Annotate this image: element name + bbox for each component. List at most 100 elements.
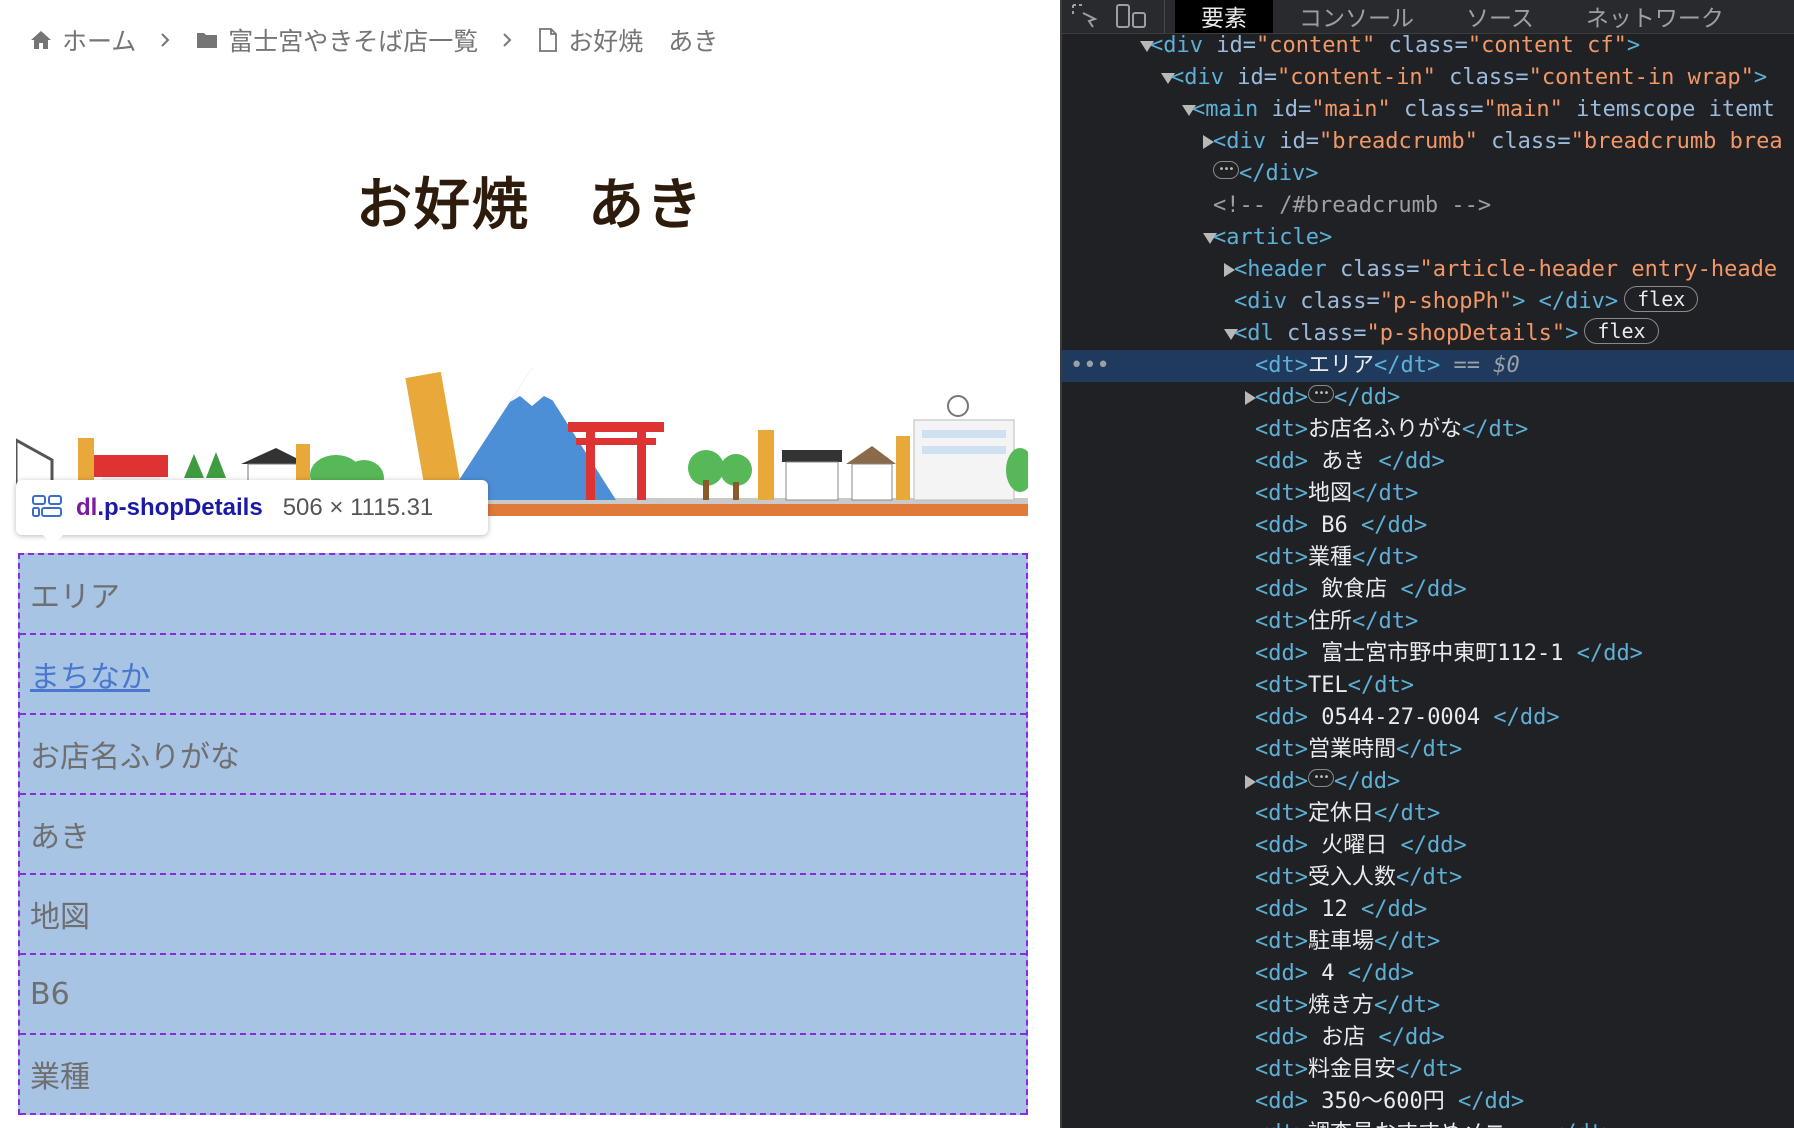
dom-node-line[interactable]: <dt>TEL</dt> xyxy=(1062,670,1794,702)
dom-node-markup: <dt>業種</dt> xyxy=(1255,545,1419,570)
dom-node-line[interactable]: <dd> B6 </dd> xyxy=(1062,510,1794,542)
dom-node-markup: <dt>受入人数</dt> xyxy=(1255,865,1463,890)
dom-node-markup: <dt>駐車場</dt> xyxy=(1255,929,1441,954)
inspector-tooltip: dl.p-shopDetails 506 × 1115.31 xyxy=(16,480,488,546)
ellipsis-icon[interactable] xyxy=(1307,762,1334,794)
dom-node-line[interactable]: <dl class="p-shopDetails"> flex xyxy=(1062,318,1794,350)
dom-node-markup: <header class="article-header entry-head… xyxy=(1234,257,1778,282)
breadcrumb-shop-list[interactable]: 富士宮やきそば店一覧 xyxy=(196,22,478,58)
dom-node-line[interactable]: <dd> 0544-27-0004 </dd> xyxy=(1062,702,1794,734)
tab-sources[interactable]: ソース xyxy=(1440,0,1560,33)
dom-node-line[interactable]: <div id="content-in" class="content-in w… xyxy=(1062,62,1794,94)
dom-node-line[interactable]: <dt>住所</dt> xyxy=(1062,606,1794,638)
dom-node-line[interactable]: <div id="content" class="content cf"> xyxy=(1062,30,1794,62)
dom-node-markup: <dt>TEL</dt> xyxy=(1255,673,1414,698)
area-link[interactable]: まちなか xyxy=(30,652,150,696)
dom-node-markup: <article> xyxy=(1213,225,1333,250)
device-toolbar-icon[interactable] xyxy=(1108,0,1154,33)
dom-node-markup: <dd> 飲食店 </dd> xyxy=(1255,577,1467,602)
tab-network[interactable]: ネットワーク xyxy=(1560,0,1750,33)
dom-node-line[interactable]: <div id="breadcrumb" class="breadcrumb b… xyxy=(1062,126,1794,158)
ellipsis-icon[interactable] xyxy=(1307,378,1334,410)
dom-node-line[interactable]: ••• <dt>エリア</dt> == $0 xyxy=(1062,350,1794,382)
dom-node-markup: <!-- /#breadcrumb --> xyxy=(1213,193,1492,218)
dom-node-line[interactable]: <dd></dd> xyxy=(1062,762,1794,798)
dom-node-markup: <div id="content-in" class="content-in w… xyxy=(1171,65,1768,90)
dom-node-markup: <dt>調査員おすすめメニュー</dt> xyxy=(1255,1118,1616,1128)
more-options-icon[interactable]: ••• xyxy=(1070,350,1110,382)
dom-node-line[interactable]: <dt>調査員おすすめメニュー</dt> xyxy=(1062,1118,1794,1128)
shop-detail-term-furigana: お店名ふりがな xyxy=(20,715,1026,795)
shop-details-list: エリア まちなか お店名ふりがな あき 地図 B6 業種 xyxy=(18,553,1028,1115)
dom-node-line[interactable]: <dt>定休日</dt> xyxy=(1062,798,1794,830)
dom-node-line[interactable]: <dd> 350〜600円 </dd> xyxy=(1062,1086,1794,1118)
shop-detail-term-area: エリア xyxy=(20,555,1026,635)
dom-node-line[interactable]: <dd> 12 </dd> xyxy=(1062,894,1794,926)
dom-node-line[interactable]: <div class="p-shopPh"> </div> flex xyxy=(1062,286,1794,318)
dom-node-markup: <main id="main" class="main" itemscope i… xyxy=(1192,97,1775,122)
breadcrumb: ホーム 富士宮やきそば店一覧 お好焼 あき xyxy=(30,22,718,58)
chevron-right-icon xyxy=(160,32,170,48)
dom-node-line[interactable]: <!-- /#breadcrumb --> xyxy=(1062,190,1794,222)
dom-node-markup: <dd> B6 </dd> xyxy=(1255,513,1428,538)
shop-detail-furigana-value: あき xyxy=(20,795,1026,875)
dom-node-line[interactable]: <dd> 4 </dd> xyxy=(1062,958,1794,990)
dom-node-line[interactable]: <dd> 火曜日 </dd> xyxy=(1062,830,1794,862)
shop-detail-term-map: 地図 xyxy=(20,875,1026,955)
dom-node-line[interactable]: <dt>焼き方</dt> xyxy=(1062,990,1794,1022)
dom-node-line[interactable]: <dd> あき </dd> xyxy=(1062,446,1794,478)
chevron-right-icon xyxy=(502,32,512,48)
dom-node-markup: <dt>営業時間</dt> xyxy=(1255,737,1463,762)
breadcrumb-shop-list-label: 富士宮やきそば店一覧 xyxy=(228,27,479,56)
web-page: ホーム 富士宮やきそば店一覧 お好焼 あき お好焼 あき dl.p-shopDe… xyxy=(0,0,1060,1128)
dom-node-markup: <dl class="p-shopDetails"> flex xyxy=(1234,318,1659,350)
devtools-panel: 要素 コンソール ソース ネットワーク <div id="content" cl… xyxy=(1060,0,1794,1128)
inspect-element-icon[interactable] xyxy=(1062,0,1108,33)
dom-node-markup: <dd> お店 </dd> xyxy=(1255,1025,1445,1050)
dom-node-line[interactable]: <header class="article-header entry-head… xyxy=(1062,254,1794,286)
folder-icon xyxy=(196,31,218,49)
dom-node-markup: <dt>料金目安</dt> xyxy=(1255,1057,1463,1082)
dom-node-line[interactable]: <article> xyxy=(1062,222,1794,254)
breadcrumb-current-label: お好焼 あき xyxy=(568,27,719,56)
dom-node-markup: <dd></dd> xyxy=(1255,762,1400,798)
document-icon xyxy=(538,28,558,52)
dom-tree: <div id="content" class="content cf"> <di… xyxy=(1062,30,1794,1128)
dom-node-line[interactable]: <main id="main" class="main" itemscope i… xyxy=(1062,94,1794,126)
dom-node-markup: <dt>焼き方</dt> xyxy=(1255,993,1441,1018)
flex-badge[interactable]: flex xyxy=(1584,318,1659,344)
flex-badge[interactable]: flex xyxy=(1624,286,1699,312)
dom-node-markup: <div id="content" class="content cf"> xyxy=(1150,33,1641,58)
flex-container-icon xyxy=(32,494,62,522)
dom-node-markup: </div> xyxy=(1213,154,1318,190)
tab-console[interactable]: コンソール xyxy=(1273,0,1440,33)
dom-node-markup: <dd> 12 </dd> xyxy=(1255,897,1428,922)
dom-node-line[interactable]: <dd></dd> xyxy=(1062,378,1794,414)
dom-node-markup: <dd> 富士宮市野中東町112-1 </dd> xyxy=(1255,641,1643,666)
dom-node-line[interactable]: <dd> 富士宮市野中東町112-1 </dd> xyxy=(1062,638,1794,670)
dom-node-line[interactable]: <dt>駐車場</dt> xyxy=(1062,926,1794,958)
breadcrumb-current: お好焼 あき xyxy=(538,22,718,58)
devtools-toolbar: 要素 コンソール ソース ネットワーク xyxy=(1062,0,1794,34)
dom-node-line[interactable]: <dt>受入人数</dt> xyxy=(1062,862,1794,894)
dom-node-line[interactable]: <dt>料金目安</dt> xyxy=(1062,1054,1794,1086)
inspector-element-size: 506 × 1115.31 xyxy=(282,493,434,521)
page-title: お好焼 あき xyxy=(356,173,704,238)
dom-node-markup: <dt>エリア</dt> == $0 xyxy=(1255,353,1520,378)
shop-detail-term-category: 業種 xyxy=(20,1035,1026,1115)
dom-node-line[interactable]: <dt>地図</dt> xyxy=(1062,478,1794,510)
breadcrumb-home-label: ホーム xyxy=(62,27,137,56)
tab-elements[interactable]: 要素 xyxy=(1175,0,1273,33)
dom-node-line[interactable]: </div> xyxy=(1062,154,1794,190)
dom-node-markup: <div id="breadcrumb" class="breadcrumb b… xyxy=(1213,129,1783,154)
dom-node-line[interactable]: <dt>業種</dt> xyxy=(1062,542,1794,574)
breadcrumb-home[interactable]: ホーム xyxy=(30,22,136,58)
dom-node-line[interactable]: <dt>営業時間</dt> xyxy=(1062,734,1794,766)
dom-node-markup: <dt>定休日</dt> xyxy=(1255,801,1441,826)
dom-node-line[interactable]: <dd> 飲食店 </dd> xyxy=(1062,574,1794,606)
dom-node-line[interactable]: <dd> お店 </dd> xyxy=(1062,1022,1794,1054)
shop-detail-area-value: まちなか xyxy=(20,635,1026,715)
ellipsis-icon[interactable] xyxy=(1213,154,1239,186)
dom-node-line[interactable]: <dt>お店名ふりがな</dt> xyxy=(1062,414,1794,446)
selected-node-marker: == $0 xyxy=(1440,353,1520,378)
